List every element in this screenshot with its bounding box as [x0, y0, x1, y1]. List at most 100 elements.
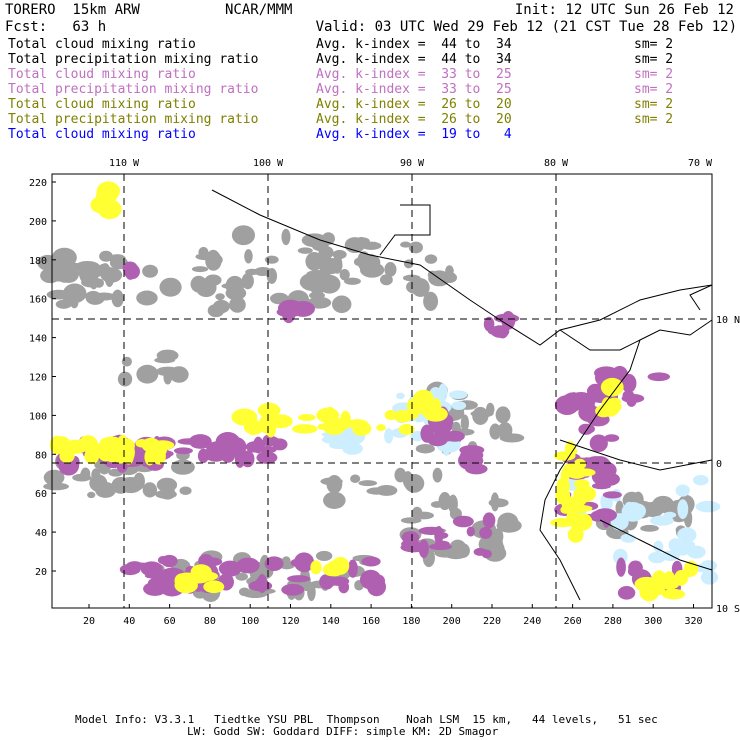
cloud-gray: [229, 296, 246, 313]
cloud-purple: [287, 575, 311, 583]
cloud-purple: [234, 449, 246, 468]
cloud-gray: [394, 467, 407, 483]
longitude-label: 70 W: [688, 158, 713, 169]
y-tick-label: 20: [35, 567, 47, 578]
cloud-purple: [572, 391, 590, 399]
y-tick-label: 60: [35, 489, 47, 500]
cloud-yellow: [316, 407, 340, 423]
cloud-gray: [160, 486, 176, 500]
cloud-gray: [408, 241, 423, 254]
cloud-purple: [482, 512, 496, 529]
x-tick-label: 120: [281, 616, 299, 627]
cloud-lightblue: [673, 545, 691, 556]
cloud-yellow: [190, 564, 212, 580]
cloud-yellow: [567, 504, 593, 513]
cloud-yellow: [257, 402, 281, 418]
cloud-lightblue: [675, 484, 690, 497]
x-tick-label: 320: [684, 616, 702, 627]
cloud-gray: [55, 266, 75, 283]
cloud-lightblue: [438, 383, 448, 402]
model-info-line2: LW: Godd SW: Goddard DIFF: simple KM: 2D…: [187, 725, 499, 738]
cloud-purple: [401, 539, 420, 549]
longitude-label: 80 W: [544, 158, 569, 169]
cloud-lightblue: [677, 499, 689, 520]
y-tick-label: 140: [29, 334, 47, 345]
cloud-purple: [361, 556, 381, 567]
cloud-gray: [99, 250, 113, 262]
cloud-purple: [590, 510, 605, 522]
x-tick-label: 240: [523, 616, 541, 627]
cloud-gray: [309, 291, 325, 300]
longitude-label: 90 W: [400, 158, 425, 169]
cloud-gray: [70, 297, 79, 309]
cloud-gray: [198, 246, 209, 258]
cloud-gray: [457, 543, 470, 558]
x-tick-label: 220: [483, 616, 501, 627]
x-tick-label: 200: [443, 616, 461, 627]
cloud-gray: [46, 289, 71, 300]
y-tick-label: 160: [29, 295, 47, 306]
cloud-lightblue: [396, 392, 405, 400]
y-tick-label: 120: [29, 373, 47, 384]
cloud-yellow: [384, 410, 398, 421]
cloud-gray: [315, 550, 333, 562]
cloud-yellow: [265, 417, 277, 438]
cloud-gray: [299, 272, 326, 292]
cloud-gray: [154, 357, 176, 364]
cloud-yellow: [560, 468, 570, 484]
cloud-purple: [122, 261, 138, 275]
latitude-label: 10 S: [716, 604, 740, 615]
x-tick-label: 20: [83, 616, 95, 627]
cloud-purple: [431, 434, 441, 444]
cloud-purple: [428, 543, 452, 551]
cloud-yellow: [298, 413, 316, 422]
cloud-purple: [157, 556, 169, 565]
cloud-lightblue: [692, 475, 709, 486]
cloud-lightblue: [695, 500, 721, 513]
cloud-yellow: [352, 423, 370, 436]
x-tick-label: 140: [322, 616, 340, 627]
cloud-gray: [80, 470, 90, 479]
cloud-purple: [617, 585, 636, 600]
cloud-gray: [443, 272, 458, 283]
cloud-gray: [489, 423, 502, 440]
cloud-gray: [179, 486, 192, 495]
cloud-gray: [191, 266, 209, 273]
cloud-gray: [142, 264, 159, 278]
cloud-yellow: [203, 580, 225, 594]
cloud-lightblue: [631, 503, 646, 519]
cloud-gray: [375, 485, 398, 496]
cloud-purple: [591, 482, 612, 490]
cloud-purple: [626, 393, 637, 407]
y-tick-label: 220: [29, 178, 47, 189]
cloud-gray: [215, 293, 225, 301]
cloud-purple: [282, 305, 296, 324]
x-tick-label: 160: [362, 616, 380, 627]
cloud-gray: [74, 260, 101, 274]
cloud-purple: [473, 547, 487, 556]
cloud-yellow: [675, 574, 688, 585]
cloud-lightblue: [384, 428, 394, 444]
cloud-yellow: [292, 424, 318, 434]
cloud-gray: [244, 249, 253, 264]
cloud-gray: [253, 267, 273, 277]
cloud-yellow: [599, 402, 619, 417]
cloud-gray: [92, 292, 116, 301]
cloud-gray: [411, 278, 430, 297]
cloud-purple: [248, 580, 273, 592]
y-tick-label: 180: [29, 256, 47, 267]
cloud-yellow: [431, 398, 442, 415]
cloud-purple: [496, 325, 509, 339]
cloud-purple: [329, 576, 350, 587]
cloud-yellow: [317, 423, 327, 430]
cloud-gray: [400, 517, 422, 524]
cloud-gray: [344, 277, 361, 285]
cloud-gray: [350, 474, 361, 483]
longitude-label: 100 W: [253, 158, 284, 169]
cloud-gray: [170, 459, 195, 475]
longitude-label: 110 W: [109, 158, 140, 169]
cloud-gray: [490, 492, 500, 512]
cloud-gray: [231, 225, 256, 246]
x-tick-label: 100: [241, 616, 259, 627]
cloud-yellow: [99, 186, 111, 198]
